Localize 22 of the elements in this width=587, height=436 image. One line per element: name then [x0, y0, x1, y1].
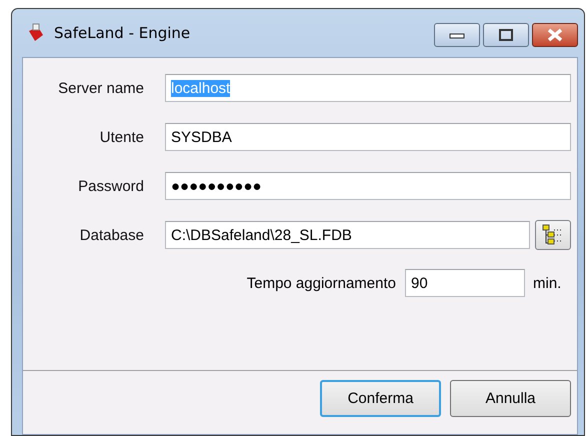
folder-tree-icon	[542, 224, 564, 246]
field-label: Password	[77, 178, 145, 194]
confirm-button[interactable]: Conferma	[320, 380, 441, 417]
field-label: Tempo aggiornamento	[246, 274, 396, 292]
maximize-button[interactable]	[483, 23, 529, 47]
browse-button[interactable]	[535, 220, 571, 250]
minimize-button[interactable]	[434, 23, 480, 47]
cancel-button[interactable]: Annulla	[450, 380, 571, 417]
unit-label: min.	[533, 274, 562, 292]
input-field[interactable]: ●●●●●●●●●●	[165, 172, 571, 200]
close-button[interactable]	[532, 23, 578, 47]
field-label: Utente	[98, 128, 145, 146]
maximize-icon	[499, 29, 513, 41]
minimize-icon	[449, 31, 465, 39]
input-field[interactable]: 90	[405, 269, 525, 297]
window-title: SafeLand - Engine	[54, 24, 192, 42]
input-field[interactable]: SYSDBA	[165, 123, 571, 151]
field-label: Database	[78, 226, 145, 244]
close-icon	[547, 28, 563, 42]
input-field[interactable]: C:\DBSafeland\28_SL.FDB	[165, 221, 530, 249]
field-label: Server name	[57, 80, 145, 96]
app-icon	[26, 23, 46, 43]
